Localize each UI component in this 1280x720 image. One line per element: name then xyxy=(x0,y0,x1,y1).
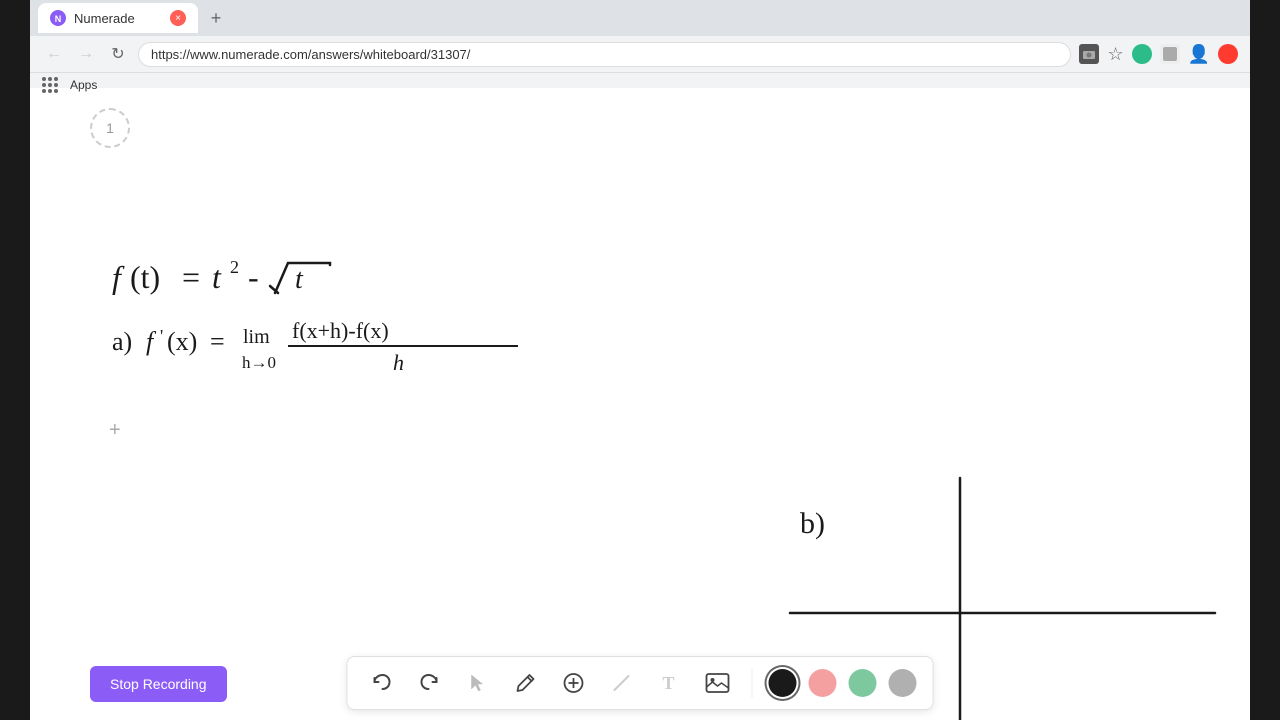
user-icon[interactable]: 👤 xyxy=(1188,44,1210,65)
forward-button[interactable]: → xyxy=(74,42,98,66)
svg-text:f(x+h)-f(x): f(x+h)-f(x) xyxy=(292,318,389,343)
bookmark-icon[interactable]: ☆ xyxy=(1107,44,1123,65)
svg-text:=: = xyxy=(182,259,200,295)
svg-text:(t): (t) xyxy=(130,259,160,295)
svg-text:b): b) xyxy=(800,507,825,540)
drawing-toolbar: T xyxy=(347,656,934,710)
svg-text:': ' xyxy=(160,326,163,346)
math-content: f (t) = t 2 - t a) f ' (x) = lim xyxy=(30,88,1250,720)
svg-text:t: t xyxy=(295,264,304,295)
svg-text:+: + xyxy=(109,419,121,441)
redo-button[interactable] xyxy=(412,665,448,701)
pen-tool-button[interactable] xyxy=(508,665,544,701)
svg-text:lim: lim xyxy=(243,326,270,348)
apps-grid-icon[interactable] xyxy=(42,77,58,93)
eraser-tool-button[interactable] xyxy=(604,665,640,701)
refresh-button[interactable]: ↻ xyxy=(106,42,130,66)
url-bar[interactable]: https://www.numerade.com/answers/whitebo… xyxy=(138,42,1071,67)
image-tool-button[interactable] xyxy=(700,665,736,701)
select-tool-button[interactable] xyxy=(460,665,496,701)
add-element-button[interactable] xyxy=(556,665,592,701)
tab-bar: N Numerade × + xyxy=(30,0,1250,36)
apps-label[interactable]: Apps xyxy=(70,78,97,92)
url-text: https://www.numerade.com/answers/whitebo… xyxy=(151,47,470,62)
content-area: 1 f (t) = t 2 - t a) f ' ( xyxy=(30,88,1250,720)
svg-text:-: - xyxy=(248,259,259,295)
svg-text:(x): (x) xyxy=(167,327,197,356)
svg-text:h: h xyxy=(393,350,404,375)
svg-text:T: T xyxy=(663,673,675,693)
toolbar-divider xyxy=(752,668,753,698)
bookmarks-bar: Apps xyxy=(30,72,1250,96)
color-black[interactable] xyxy=(769,669,797,697)
color-gray[interactable] xyxy=(889,669,917,697)
undo-button[interactable] xyxy=(364,665,400,701)
stop-recording-button[interactable]: Stop Recording xyxy=(90,666,227,702)
color-pink[interactable] xyxy=(809,669,837,697)
svg-text:=: = xyxy=(210,327,225,356)
svg-text:h→0: h→0 xyxy=(242,353,276,372)
active-tab[interactable]: N Numerade × xyxy=(38,3,198,33)
camera-icon[interactable] xyxy=(1079,44,1099,64)
text-tool-button[interactable]: T xyxy=(652,665,688,701)
svg-text:2: 2 xyxy=(230,257,239,277)
back-button[interactable]: ← xyxy=(42,42,66,66)
address-bar: ← → ↻ https://www.numerade.com/answers/w… xyxy=(30,36,1250,72)
tab-close-button[interactable]: × xyxy=(170,10,186,26)
tab-title: Numerade xyxy=(74,11,135,26)
tab-favicon: N xyxy=(50,10,66,26)
browser-chrome: N Numerade × + ← → ↻ https://www.numerad… xyxy=(30,0,1250,88)
extensions-icon[interactable] xyxy=(1160,44,1180,64)
browser-icons: ☆ 👤 xyxy=(1079,44,1238,65)
recording-indicator xyxy=(1218,44,1238,64)
svg-text:a): a) xyxy=(112,327,132,356)
svg-text:f: f xyxy=(112,259,125,295)
svg-text:N: N xyxy=(55,14,62,24)
whiteboard-canvas[interactable]: 1 f (t) = t 2 - t a) f ' ( xyxy=(30,88,1250,720)
new-tab-button[interactable]: + xyxy=(202,4,230,32)
svg-text:f: f xyxy=(146,327,157,356)
profile-icon[interactable] xyxy=(1132,44,1152,64)
color-green[interactable] xyxy=(849,669,877,697)
svg-text:t: t xyxy=(212,259,222,295)
